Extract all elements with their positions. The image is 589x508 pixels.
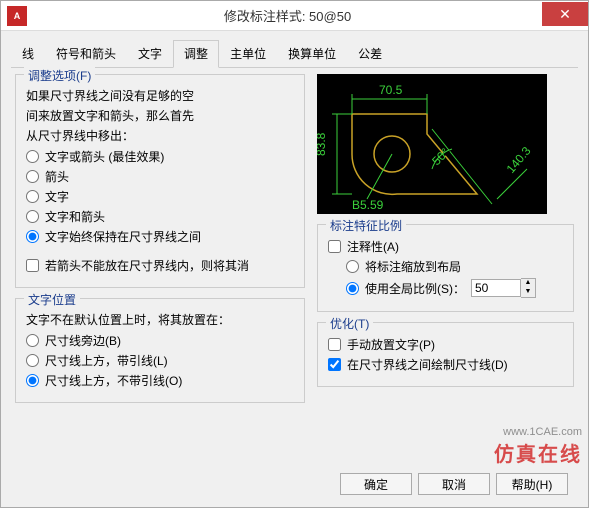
opt-label: 手动放置文字(P)	[347, 336, 435, 353]
fit-suppress-arrows-check[interactable]: 若箭头不能放在尺寸界线内，则将其消	[26, 257, 294, 274]
fit-options-group: 调整选项(F) 如果尺寸界线之间没有足够的空 间来放置文字和箭头，那么首先 从尺…	[15, 74, 305, 288]
opt-label: 文字或箭头 (最佳效果)	[45, 148, 164, 165]
checkbox[interactable]	[328, 358, 341, 371]
tp-above-leader[interactable]: 尺寸线上方，带引线(L)	[26, 352, 294, 369]
dimension-preview: 70.5 83.8 140.3 50° B5.59	[317, 74, 547, 214]
radio[interactable]	[26, 374, 39, 387]
opt-label: 尺寸线上方，带引线(L)	[45, 352, 168, 369]
manual-place-check[interactable]: 手动放置文字(P)	[328, 336, 563, 353]
watermark-brand: 仿真在线	[494, 438, 582, 467]
checkbox[interactable]	[328, 240, 341, 253]
tab-panel: 调整选项(F) 如果尺寸界线之间没有足够的空 间来放置文字和箭头，那么首先 从尺…	[1, 68, 588, 423]
radio[interactable]	[26, 334, 39, 347]
scale-opt-global[interactable]: 使用全局比例(S)： ▲▼	[346, 278, 563, 298]
preview-svg: 70.5 83.8 140.3 50° B5.59	[317, 74, 547, 214]
radio[interactable]	[346, 282, 359, 295]
checkbox[interactable]	[328, 338, 341, 351]
opt-label: 箭头	[45, 168, 69, 185]
dim-radius: B5.59	[352, 198, 384, 212]
spin-down-icon[interactable]: ▼	[521, 288, 535, 297]
cancel-button[interactable]: 取消	[418, 473, 490, 495]
scale-title: 标注特征比例	[326, 217, 406, 234]
opt-label: 文字	[45, 188, 69, 205]
opt-label: 尺寸线上方，不带引线(O)	[45, 372, 182, 389]
text-placement-group: 文字位置 文字不在默认位置上时，将其放置在： 尺寸线旁边(B) 尺寸线上方，带引…	[15, 298, 305, 403]
tab-fit[interactable]: 调整	[173, 40, 219, 68]
opt-label: 在尺寸界线之间绘制尺寸线(D)	[347, 356, 508, 373]
tab-tolerance[interactable]: 公差	[347, 40, 393, 68]
opt-label: 文字和箭头	[45, 208, 105, 225]
fit-opt-always-inside[interactable]: 文字始终保持在尺寸界线之间	[26, 228, 294, 245]
draw-dim-line-check[interactable]: 在尺寸界线之间绘制尺寸线(D)	[328, 356, 563, 373]
watermark-url: www.1CAE.com	[494, 426, 582, 438]
help-button[interactable]: 帮助(H)	[496, 473, 568, 495]
fit-desc-line: 间来放置文字和箭头，那么首先	[26, 107, 294, 125]
radio[interactable]	[346, 260, 359, 273]
fit-opt-text-or-arrows[interactable]: 文字或箭头 (最佳效果)	[26, 148, 294, 165]
scale-opt-layout[interactable]: 将标注缩放到布局	[346, 258, 563, 275]
tab-line[interactable]: 线	[11, 40, 45, 68]
opt-label: 将标注缩放到布局	[365, 258, 461, 275]
fine-tune-title: 优化(T)	[326, 315, 373, 332]
tab-text[interactable]: 文字	[127, 40, 173, 68]
fit-options-title: 调整选项(F)	[24, 67, 95, 84]
tab-primary-units[interactable]: 主单位	[219, 40, 277, 68]
radio[interactable]	[26, 210, 39, 223]
global-scale-spinner[interactable]: ▲▼	[471, 278, 536, 298]
tp-beside[interactable]: 尺寸线旁边(B)	[26, 332, 294, 349]
checkbox[interactable]	[26, 259, 39, 272]
radio[interactable]	[26, 354, 39, 367]
fine-tune-group: 优化(T) 手动放置文字(P) 在尺寸界线之间绘制尺寸线(D)	[317, 322, 574, 387]
tab-symbols-arrows[interactable]: 符号和箭头	[45, 40, 127, 68]
fit-opt-arrows[interactable]: 箭头	[26, 168, 294, 185]
tp-above-no-leader[interactable]: 尺寸线上方，不带引线(O)	[26, 372, 294, 389]
dim-top: 70.5	[379, 83, 403, 97]
spin-up-icon[interactable]: ▲	[521, 279, 535, 288]
annotative-check[interactable]: 注释性(A)	[328, 238, 563, 255]
opt-label: 尺寸线旁边(B)	[45, 332, 121, 349]
text-placement-title: 文字位置	[24, 291, 80, 308]
opt-label: 使用全局比例(S)：	[365, 280, 465, 297]
opt-label: 若箭头不能放在尺寸界线内，则将其消	[45, 257, 249, 274]
button-bar: 确定 取消 帮助(H)	[340, 473, 568, 495]
opt-label: 注释性(A)	[347, 238, 399, 255]
dialog-window: A 修改标注样式: 50@50 ✕ 线 符号和箭头 文字 调整 主单位 换算单位…	[0, 0, 589, 508]
opt-label: 文字始终保持在尺寸界线之间	[45, 228, 201, 245]
fit-desc-line: 从尺寸界线中移出：	[26, 127, 294, 145]
text-placement-desc: 文字不在默认位置上时，将其放置在：	[26, 311, 294, 329]
tab-strip: 线 符号和箭头 文字 调整 主单位 换算单位 公差	[11, 39, 578, 68]
dialog-title: 修改标注样式: 50@50	[33, 6, 542, 25]
fit-opt-text[interactable]: 文字	[26, 188, 294, 205]
fit-desc-line: 如果尺寸界线之间没有足够的空	[26, 87, 294, 105]
radio[interactable]	[26, 230, 39, 243]
app-icon: A	[7, 6, 27, 26]
close-button[interactable]: ✕	[542, 2, 588, 26]
right-column: 70.5 83.8 140.3 50° B5.59 标注特征比例 注释性(A) …	[317, 74, 574, 413]
tab-alt-units[interactable]: 换算单位	[277, 40, 347, 68]
ok-button[interactable]: 确定	[340, 473, 412, 495]
fit-opt-text-and-arrows[interactable]: 文字和箭头	[26, 208, 294, 225]
radio[interactable]	[26, 150, 39, 163]
scale-group: 标注特征比例 注释性(A) 将标注缩放到布局 使用全局比例(S)： ▲▼	[317, 224, 574, 312]
radio[interactable]	[26, 190, 39, 203]
left-column: 调整选项(F) 如果尺寸界线之间没有足够的空 间来放置文字和箭头，那么首先 从尺…	[15, 74, 305, 413]
watermark: www.1CAE.com 仿真在线	[494, 426, 582, 467]
dim-left: 83.8	[317, 132, 328, 156]
radio[interactable]	[26, 170, 39, 183]
titlebar: A 修改标注样式: 50@50 ✕	[1, 1, 588, 31]
global-scale-input[interactable]	[471, 279, 521, 297]
